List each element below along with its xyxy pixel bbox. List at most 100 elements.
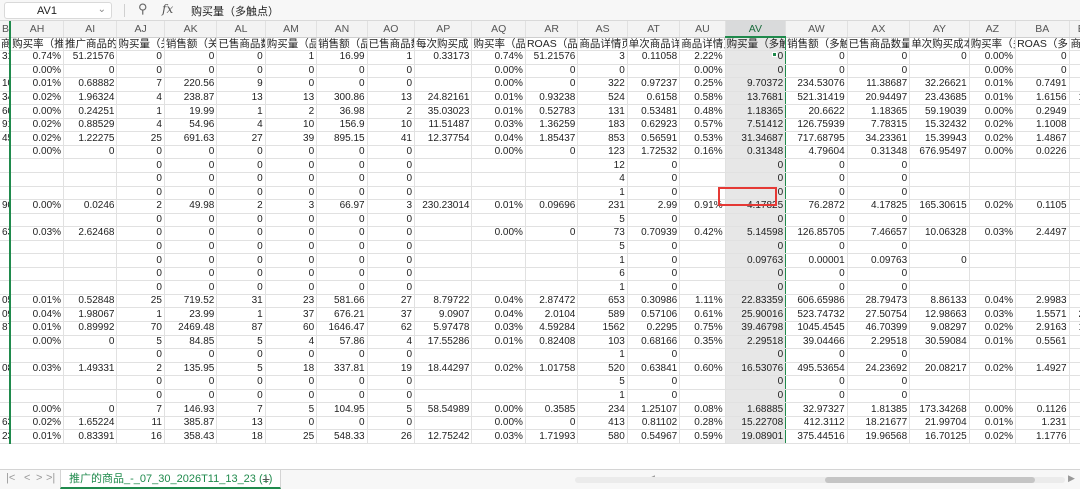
cell[interactable]: 19.96568 [847, 429, 911, 444]
column-header-av[interactable]: AV [725, 21, 787, 38]
cell[interactable]: 375.44516 [785, 429, 848, 444]
cell[interactable]: 0.00% [969, 145, 1017, 160]
cell[interactable]: 0.75% [679, 321, 726, 336]
cell[interactable]: 8.7 [1069, 429, 1080, 444]
cell[interactable]: 0.6158 [627, 91, 681, 106]
cell[interactable] [1069, 267, 1080, 282]
cell[interactable] [471, 375, 526, 390]
cell[interactable]: 单次商品详 [627, 37, 681, 52]
cell[interactable] [10, 280, 65, 295]
cell[interactable] [0, 375, 12, 390]
cell[interactable]: 22.83359 [724, 294, 787, 309]
cell[interactable]: 1.98067 [63, 307, 118, 322]
chevron-down-icon[interactable]: ⌄ [98, 4, 106, 15]
cell[interactable]: 234 [577, 402, 628, 417]
cell[interactable] [909, 280, 970, 295]
cell[interactable] [63, 280, 118, 295]
cell[interactable]: 2.99 [627, 199, 681, 214]
cell[interactable]: 0 [265, 375, 318, 390]
cell[interactable] [1015, 280, 1070, 295]
cell[interactable]: 0 [627, 280, 681, 295]
cell[interactable] [414, 172, 473, 187]
cell[interactable]: 0.30986 [627, 294, 681, 309]
cell[interactable] [1015, 213, 1070, 228]
cell[interactable] [969, 280, 1017, 295]
cell[interactable]: 0 [367, 172, 416, 187]
cell[interactable]: 0 [367, 267, 416, 282]
cell[interactable] [525, 213, 579, 228]
cell[interactable] [627, 64, 681, 79]
cell[interactable]: 1045.4545 [785, 321, 848, 336]
cell[interactable]: 0 [164, 240, 218, 255]
cell[interactable] [679, 158, 726, 173]
cell[interactable]: 2 [367, 104, 416, 119]
cell[interactable]: 0.02% [10, 131, 65, 146]
cell[interactable]: 每次购买成 [414, 37, 473, 52]
cell[interactable]: 0 [724, 280, 787, 295]
cell[interactable]: 单次购买成本 [909, 37, 970, 52]
cell[interactable]: 1.81385 [847, 402, 911, 417]
cell[interactable]: 0 [627, 348, 681, 363]
last-sheet-button[interactable]: >| [46, 472, 55, 484]
cell[interactable]: 5.97478 [414, 321, 473, 336]
cell[interactable]: 126.85705 [785, 226, 848, 241]
cell[interactable]: 0 [367, 186, 416, 201]
cell[interactable]: 1 [367, 50, 416, 65]
cell[interactable]: 销售额（品 [316, 37, 368, 52]
cell[interactable]: 21.99704 [909, 416, 970, 431]
cell[interactable]: 676.21 [316, 307, 368, 322]
cell[interactable]: 0.03% [10, 362, 65, 377]
cell[interactable]: 13 [216, 416, 266, 431]
cell[interactable]: 5 [216, 362, 266, 377]
cell[interactable] [679, 348, 726, 363]
cell[interactable]: 0.08% [679, 402, 726, 417]
cell[interactable]: 0 [367, 213, 416, 228]
cell[interactable]: 2.9983 [1015, 294, 1070, 309]
cell[interactable]: 0 [116, 64, 165, 79]
cell[interactable]: 已售商品数量 [847, 37, 911, 52]
sheet-tab-active[interactable]: 推广的商品_-_07_30_2026T11_13_23 (1) [60, 470, 282, 489]
cell[interactable]: 57.86 [316, 335, 368, 350]
cell[interactable]: 0 [216, 348, 266, 363]
cell[interactable]: 0.58% [679, 91, 726, 106]
cell[interactable] [414, 186, 473, 201]
cell[interactable]: 0 [216, 50, 266, 65]
cell[interactable]: 135.95 [164, 362, 218, 377]
cell[interactable] [1069, 172, 1080, 187]
cell[interactable]: 0 [367, 64, 416, 79]
cell[interactable]: 19.08901 [724, 429, 787, 444]
cell[interactable]: 0 [724, 64, 787, 79]
cell[interactable]: 0 [216, 226, 266, 241]
cell[interactable]: 1 [577, 253, 628, 268]
cell[interactable]: 0 [164, 50, 218, 65]
cell[interactable]: 7.8 [1069, 77, 1080, 92]
cell[interactable]: 5 [116, 335, 165, 350]
column-header-bb[interactable]: BB [1069, 21, 1080, 38]
cell[interactable]: 0 [785, 348, 848, 363]
cell[interactable]: 1.71993 [525, 429, 579, 444]
cell[interactable]: 300.86 [316, 91, 368, 106]
cell[interactable] [10, 158, 65, 173]
cell[interactable] [1069, 348, 1080, 363]
cell[interactable] [909, 158, 970, 173]
cell[interactable]: 4 [116, 91, 165, 106]
fill-handle[interactable] [772, 52, 777, 57]
cell[interactable]: 0 [164, 253, 218, 268]
cell[interactable]: 0 [785, 64, 848, 79]
cell[interactable]: 18 [265, 362, 318, 377]
cell[interactable]: 589 [577, 307, 628, 322]
cell[interactable]: 0 [164, 213, 218, 228]
cell[interactable]: 0 [1015, 64, 1070, 79]
cell[interactable]: 0 [116, 50, 165, 65]
cell[interactable]: 0.02% [471, 362, 526, 377]
cell[interactable]: 0.00% [10, 335, 65, 350]
cell[interactable]: 0.00% [471, 77, 526, 92]
cell[interactable] [471, 213, 526, 228]
cell[interactable] [969, 213, 1017, 228]
cell[interactable]: 31 [216, 294, 266, 309]
cell[interactable]: 1.85437 [525, 131, 579, 146]
cell[interactable] [969, 375, 1017, 390]
cell[interactable] [969, 348, 1017, 363]
cell[interactable] [0, 172, 12, 187]
cell[interactable]: 6047 [0, 104, 12, 119]
